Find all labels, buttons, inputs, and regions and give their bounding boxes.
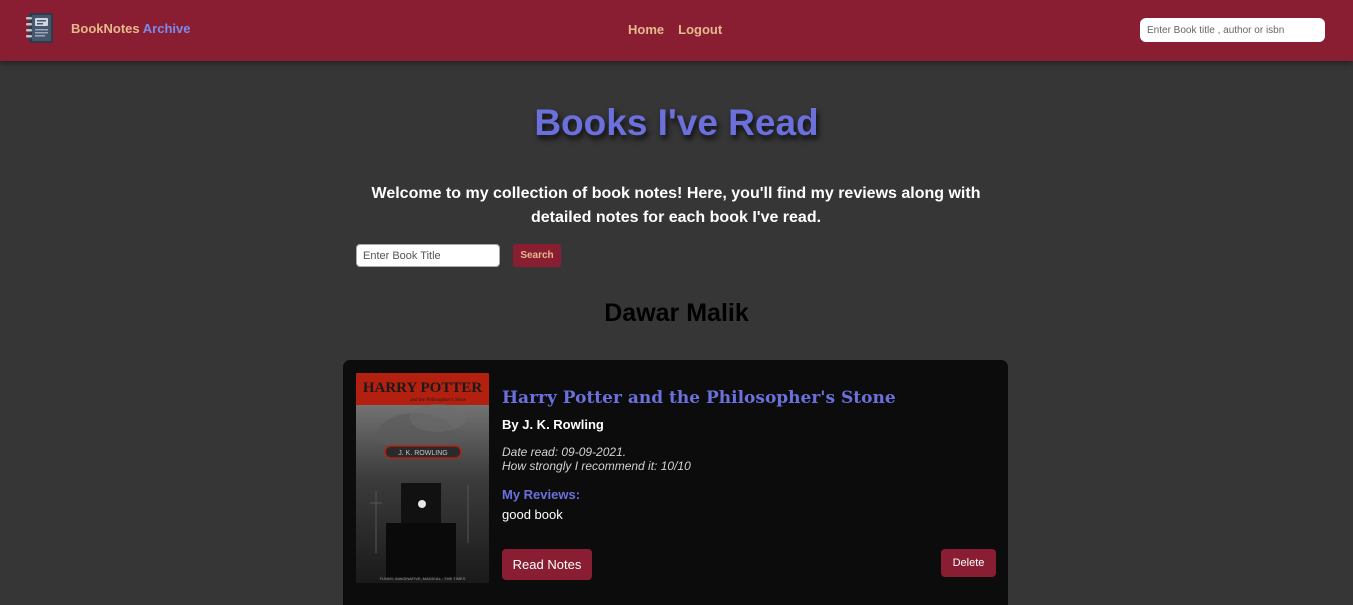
- brand-name: BookNotes Archive: [71, 21, 190, 36]
- book-cover-art: HARRY POTTER and the Philosopher's Stone…: [356, 373, 489, 583]
- date-read: Date read: 09-09-2021.: [502, 445, 627, 459]
- global-search-input[interactable]: [1140, 18, 1325, 42]
- book-author: By J. K. Rowling: [502, 417, 604, 432]
- book-title[interactable]: Harry Potter and the Philosopher's Stone: [502, 388, 896, 408]
- notebook-icon: [26, 13, 53, 43]
- cover-author-text: J. K. ROWLING: [398, 450, 447, 457]
- brand[interactable]: BookNotes Archive: [24, 11, 190, 45]
- nav-logout-link[interactable]: Logout: [678, 22, 722, 37]
- brand-name-first: BookNotes: [71, 20, 140, 36]
- navbar: BookNotes Archive Home Logout: [0, 0, 1353, 61]
- nav-home-link[interactable]: Home: [628, 22, 664, 37]
- book-meta: Date read: 09-09-2021. How strongly I re…: [502, 445, 691, 473]
- cover-subtitle-text: and the Philosopher's Stone: [410, 398, 467, 403]
- book-card: HARRY POTTER and the Philosopher's Stone…: [343, 360, 1008, 605]
- cover-title-text: HARRY POTTER: [363, 380, 483, 396]
- book-search-form: Search: [356, 244, 561, 267]
- book-title-search-input[interactable]: [356, 244, 500, 267]
- author-name-heading: Dawar Malik: [604, 299, 749, 327]
- intro-text: Welcome to my collection of book notes! …: [371, 185, 981, 226]
- reviews-label: My Reviews:: [502, 487, 581, 502]
- brand-name-second: Archive: [142, 20, 191, 36]
- read-notes-button[interactable]: Read Notes: [502, 549, 592, 580]
- review-text: good book: [502, 507, 563, 522]
- page-title: Books I've Read: [534, 102, 819, 143]
- delete-button[interactable]: Delete: [941, 549, 996, 577]
- book-cover-image[interactable]: HARRY POTTER and the Philosopher's Stone…: [356, 373, 489, 583]
- search-button[interactable]: Search: [513, 244, 561, 267]
- nav-links: Home Logout: [628, 22, 722, 37]
- recommendation-score: How strongly I recommend it: 10/10: [502, 459, 691, 473]
- cover-tagline-text: FUNNY, IMAGINATIVE, MAGICAL - THE TIMES: [380, 576, 466, 581]
